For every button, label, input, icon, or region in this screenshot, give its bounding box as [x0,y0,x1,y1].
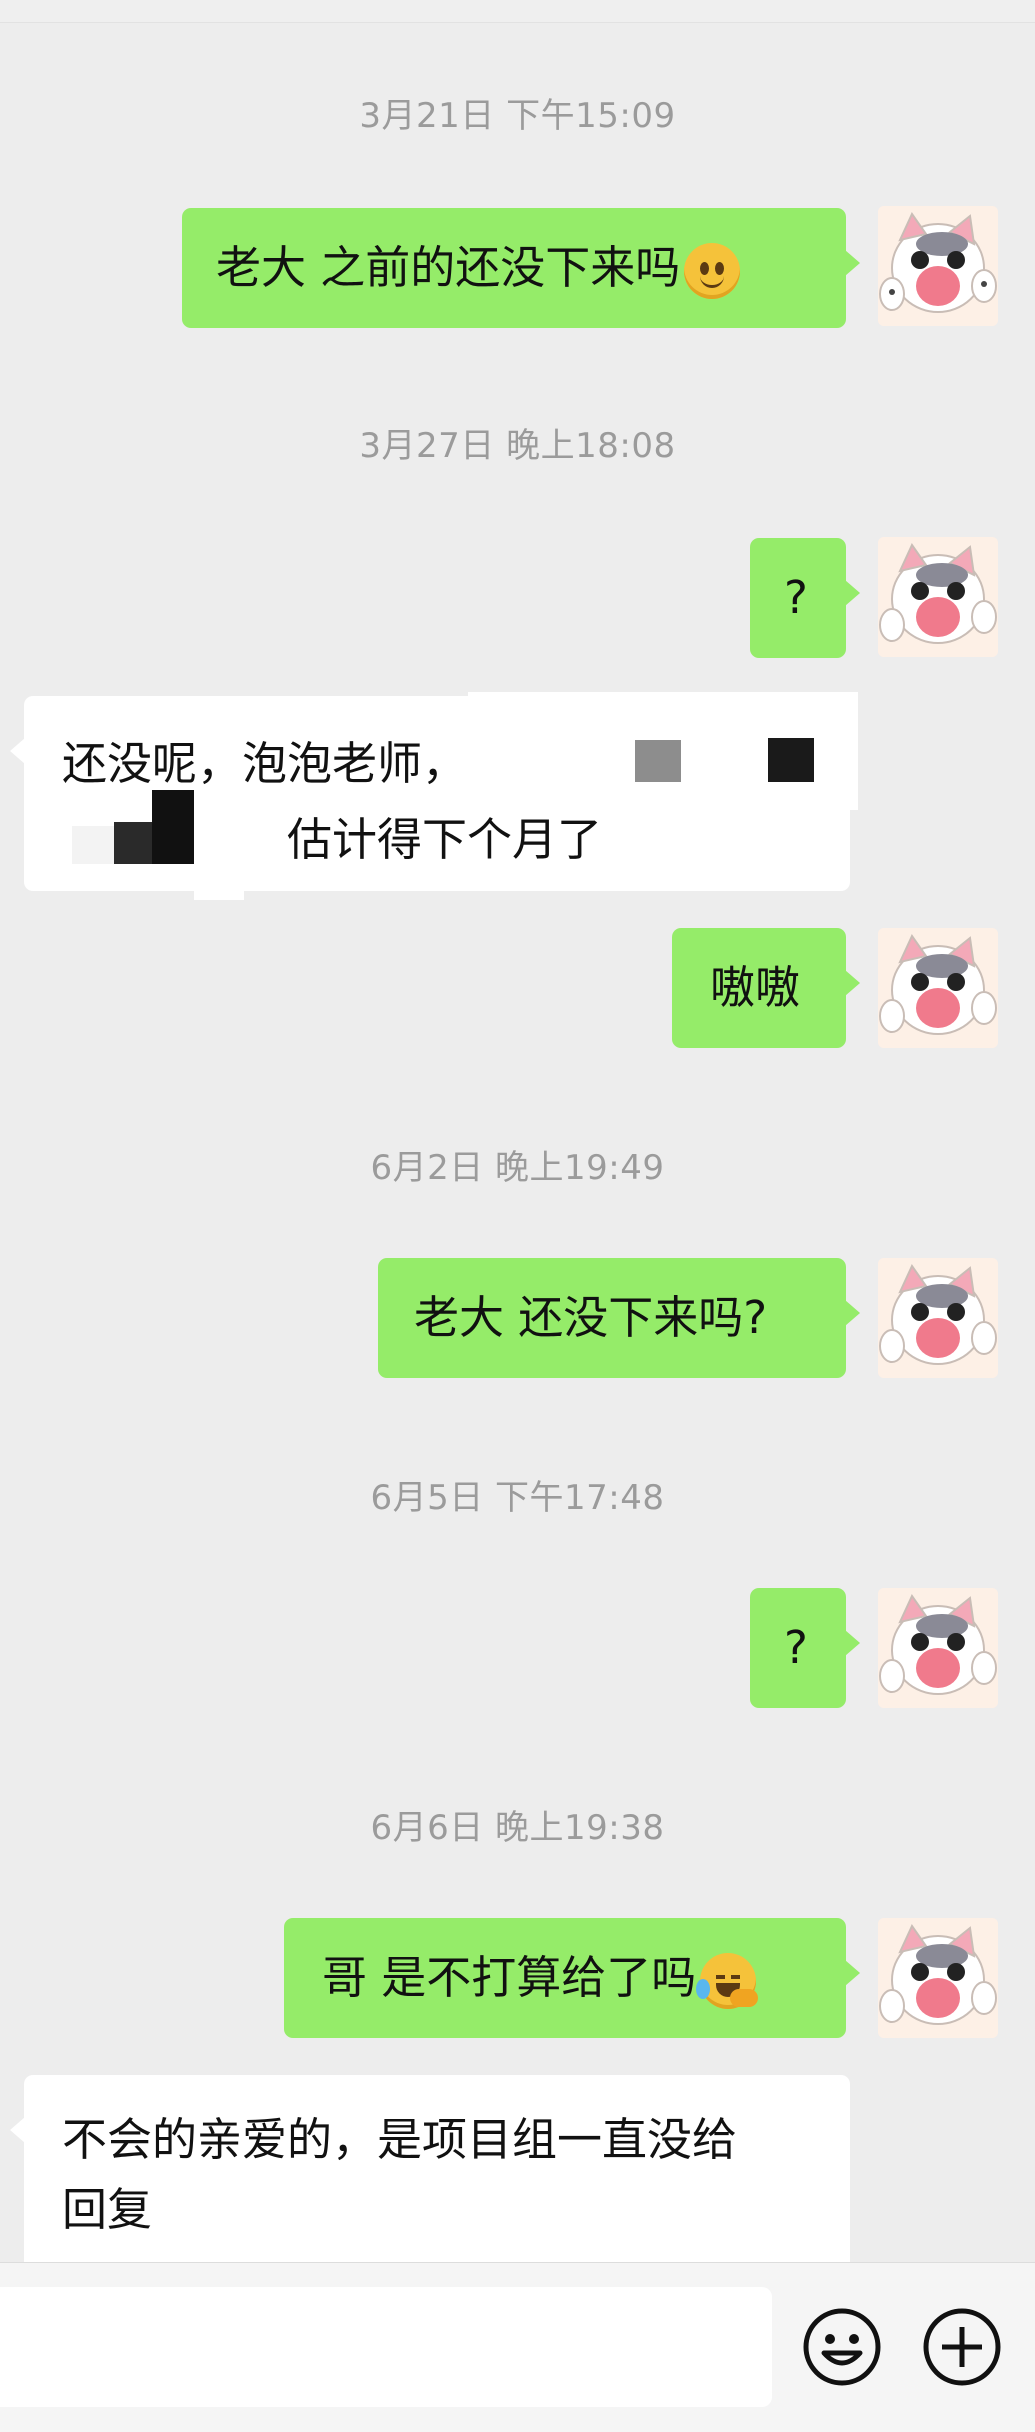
message-bubble-outgoing[interactable]: 老大 还没下来吗? [378,1258,860,1378]
smiley-face-icon[interactable] [802,2307,882,2387]
message-text: ? [784,571,808,624]
redaction-block [152,790,194,864]
timestamp: 6月5日 下午17:48 [370,1478,665,1518]
message-bubble-outgoing[interactable]: 嗷嗷 [672,928,860,1048]
laughing-emoji-icon [696,1953,759,2009]
timestamp: 6月6日 晚上19:38 [370,1808,665,1848]
message-input[interactable] [0,2287,772,2407]
avatar[interactable] [878,537,998,657]
message-bubble-outgoing[interactable]: 老大 之前的还没下来吗 [182,208,860,328]
redaction-block [194,866,244,900]
message-bubble-outgoing[interactable]: 哥 是不打算给了吗 [284,1918,860,2038]
message-text: 老大 还没下来吗? [414,1291,768,1344]
redaction-block [635,740,681,782]
message-bubble-outgoing[interactable]: ? [750,538,860,658]
avatar[interactable] [878,928,998,1048]
avatar[interactable] [878,206,998,326]
input-bar [0,2262,1035,2432]
avatar[interactable] [878,1588,998,1708]
timestamp: 6月2日 晚上19:49 [370,1148,665,1188]
avatar[interactable] [878,1258,998,1378]
top-divider [0,0,1035,23]
smile-emoji-icon [684,243,741,299]
message-bubble-outgoing[interactable]: ? [750,1588,860,1708]
timestamp: 3月27日 晚上18:08 [359,426,676,466]
message-text: 哥 是不打算给了吗 [322,1951,697,2004]
message-text: 嗷嗷 [710,961,801,1014]
message-text: 老大 之前的还没下来吗 [216,241,681,294]
message-text: ? [784,1621,808,1674]
redaction-block [768,738,814,782]
plus-circle-icon[interactable] [922,2307,1002,2387]
avatar[interactable] [878,1918,998,2038]
redaction-block [72,826,114,864]
redaction-block [114,822,154,864]
message-text-line: 回复 [62,2183,153,2236]
message-text-line: 不会的亲爱的，是项目组一直没给 [62,2113,738,2166]
timestamp: 3月21日 下午15:09 [359,96,676,136]
message-bubble-incoming[interactable]: 不会的亲爱的，是项目组一直没给 回复 [10,2075,850,2275]
